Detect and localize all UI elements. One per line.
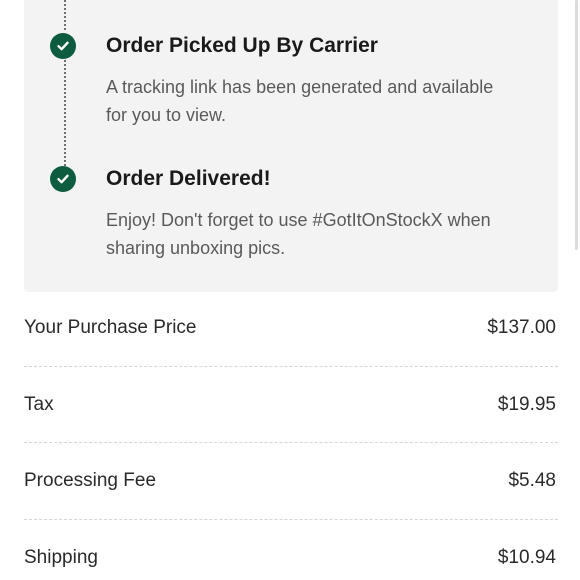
- scrollbar[interactable]: [575, 0, 578, 250]
- step-title: Order Picked Up By Carrier: [106, 34, 378, 57]
- step-title: Order Delivered!: [106, 167, 271, 190]
- price-label: Tax: [24, 394, 54, 415]
- step-description: Enjoy! Don't forget to use #GotItOnStock…: [106, 210, 491, 258]
- price-label: Shipping: [24, 547, 98, 568]
- price-value: $19.95: [497, 394, 556, 415]
- row-divider: [24, 442, 558, 443]
- row-divider: [24, 366, 558, 367]
- price-row-purchase-price: Your Purchase Price $137.00: [24, 313, 556, 343]
- step-description: A tracking link has been generated and a…: [106, 77, 494, 125]
- price-value: $5.48: [508, 470, 556, 491]
- timeline-connector: [64, 0, 66, 30]
- price-value: $137.00: [487, 317, 556, 338]
- price-row-processing-fee: Processing Fee $5.48: [24, 466, 556, 496]
- order-status-timeline: Order Picked Up By Carrier A tracking li…: [24, 0, 558, 292]
- check-circle-icon: [50, 33, 76, 59]
- order-details-page: Order Picked Up By Carrier A tracking li…: [0, 0, 580, 580]
- timeline-connector: [64, 60, 66, 166]
- price-label: Your Purchase Price: [24, 317, 197, 338]
- check-circle-icon: [50, 166, 76, 192]
- price-label: Processing Fee: [24, 470, 157, 491]
- price-value: $10.94: [497, 547, 556, 568]
- price-row-tax: Tax $19.95: [24, 390, 556, 420]
- price-row-shipping: Shipping $10.94: [24, 543, 556, 573]
- row-divider: [24, 519, 558, 520]
